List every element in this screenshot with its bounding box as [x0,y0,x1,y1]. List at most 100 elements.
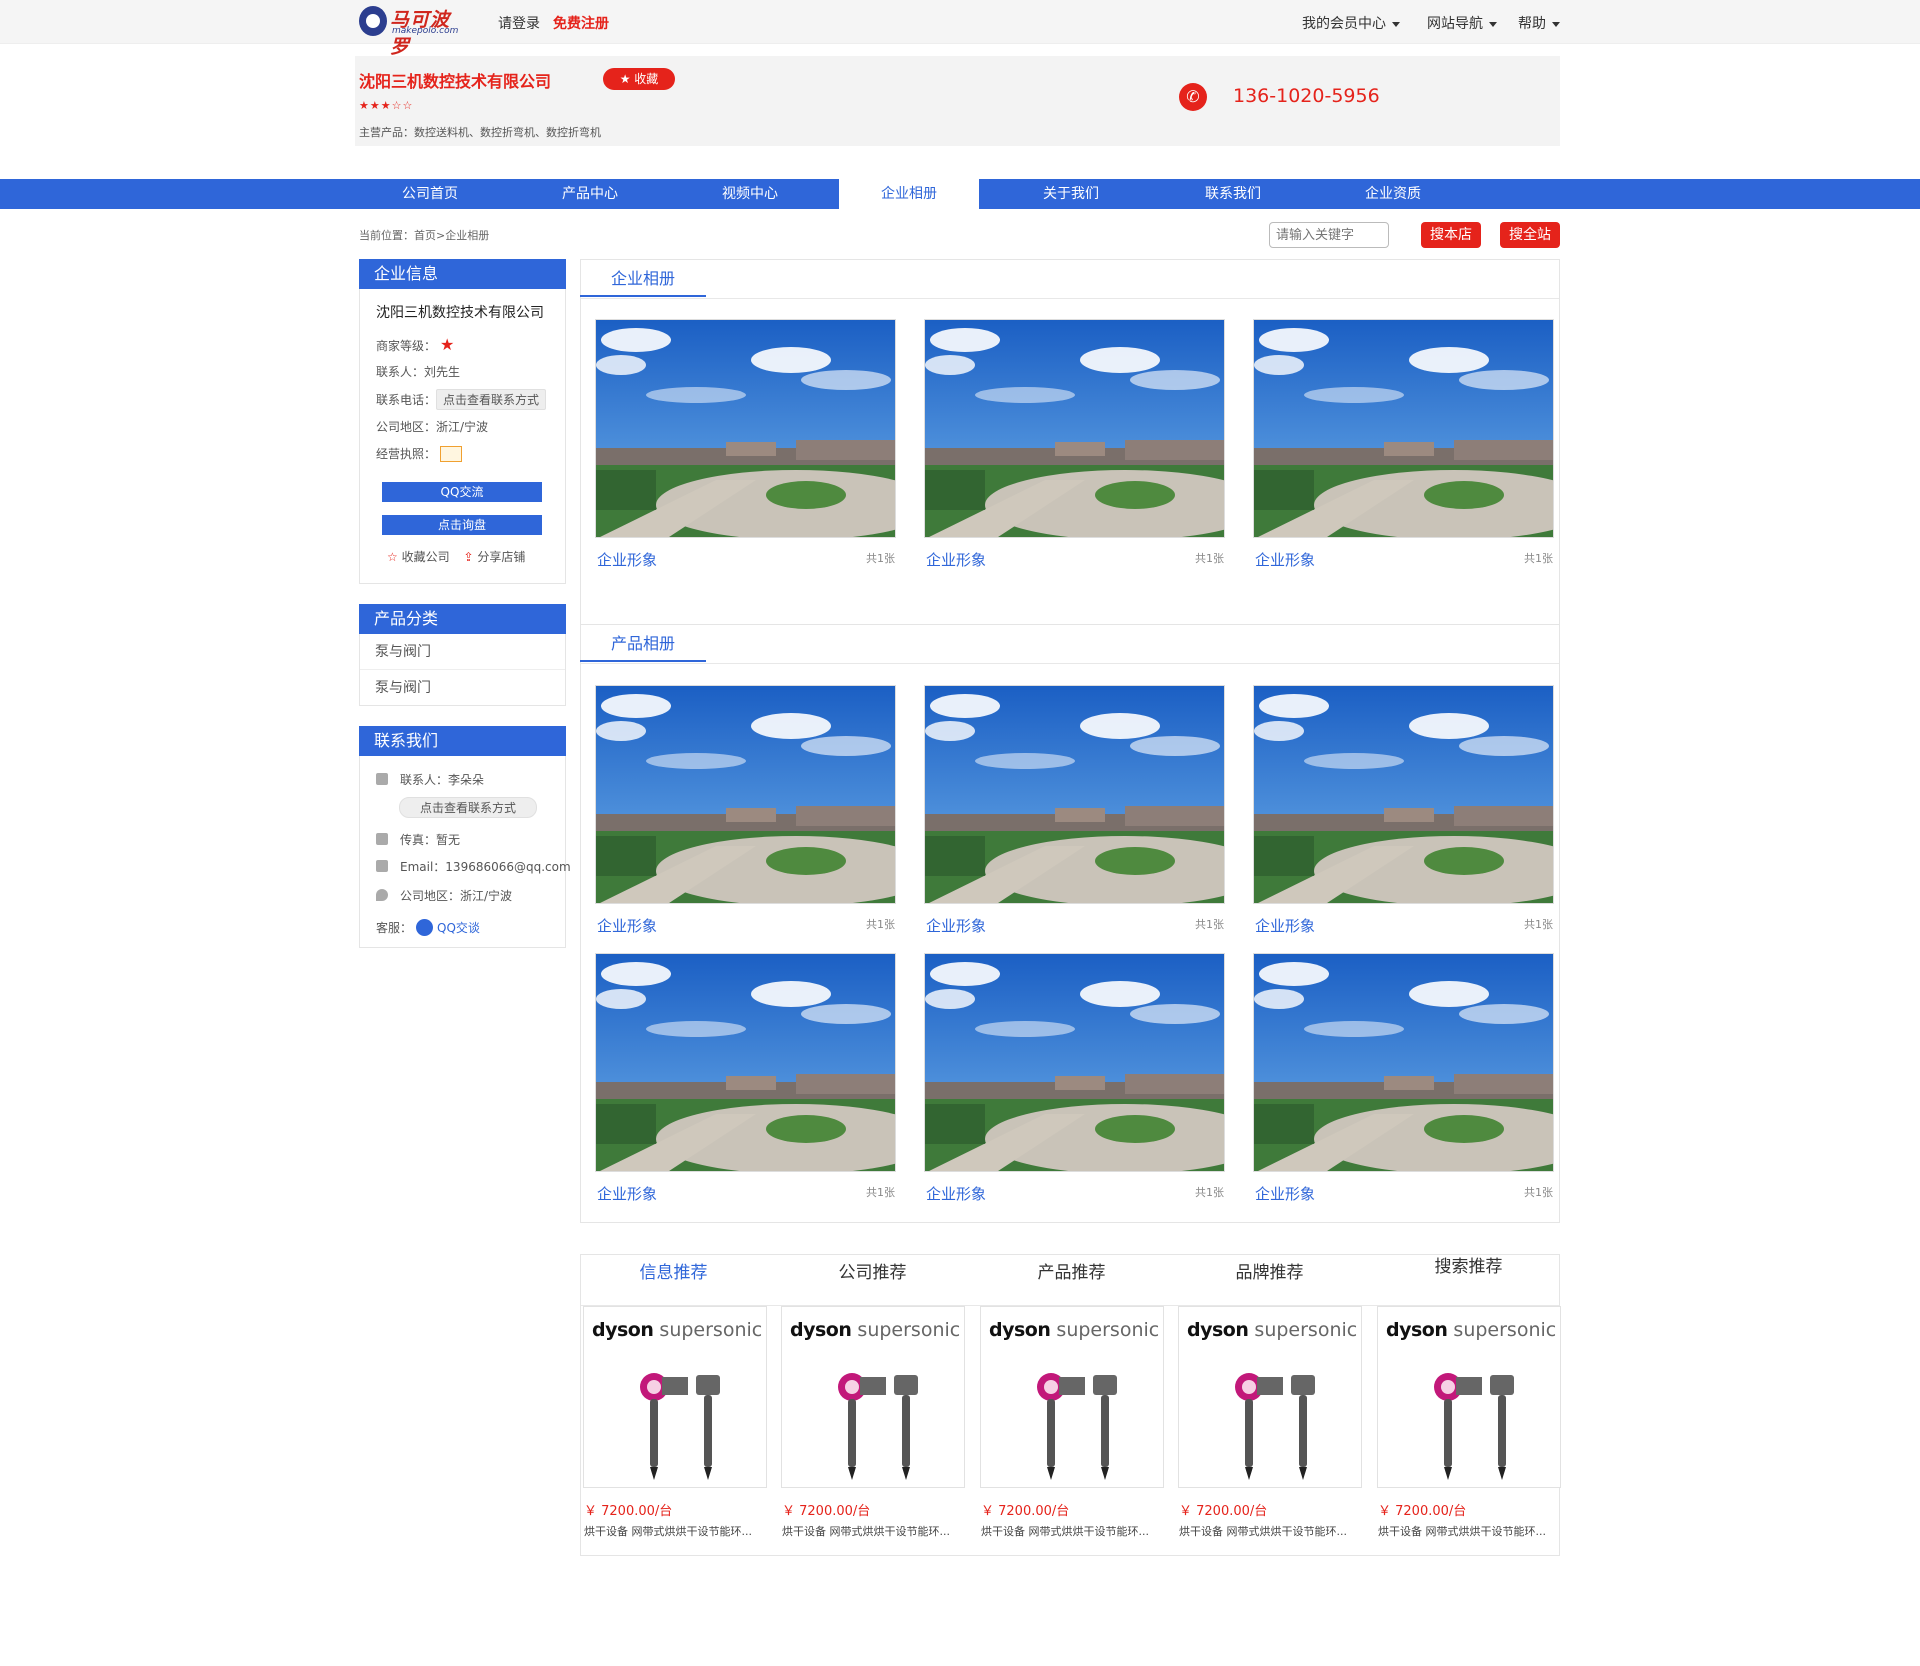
contact-view-button[interactable]: 点击查看联系方式 [399,797,537,818]
category-item[interactable]: 泵与阀门 [360,634,565,670]
product-card[interactable]: dyson supersonic [583,1306,767,1488]
product-price: ￥ 7200.00/台 [981,1504,1070,1519]
album-label[interactable]: 企业形象 [597,1183,657,1204]
phone-number: 136-1020-5956 [1233,85,1380,107]
album-label[interactable]: 企业形象 [926,915,986,936]
help-menu[interactable]: 帮助 [1518,13,1560,33]
member-center-menu[interactable]: 我的会员中心 [1302,13,1400,33]
album-count: 共1张 [866,918,895,931]
share-store-link[interactable]: ⇪ 分享店铺 [463,550,525,564]
license-icon[interactable] [440,446,463,462]
album-label[interactable]: 企业形象 [597,549,657,570]
product-desc[interactable]: 烘干设备 网带式烘烘干设节能环... [584,1523,772,1539]
product-card[interactable]: dyson supersonic [781,1306,965,1488]
register-link[interactable]: 免费注册 [553,13,609,33]
album-label[interactable]: 企业形象 [926,1183,986,1204]
product-image [782,1365,964,1487]
album-count: 共1张 [1524,918,1553,931]
tab-search-recommend[interactable]: 搜索推荐 [1369,1252,1568,1277]
favorite-button[interactable]: ★ 收藏 [603,68,675,90]
brand-name-b: supersonic [1453,1319,1557,1341]
main-products: 主营产品：数控送料机、数控折弯机、数控折弯机 [359,126,601,139]
brand-name-b: supersonic [1056,1319,1160,1341]
album-photo[interactable] [595,319,896,538]
brand-logo: dyson supersonic [1386,1319,1556,1341]
product-album-tab[interactable]: 产品相册 [580,625,706,662]
brand-logo: dyson supersonic [790,1319,960,1341]
album-label[interactable]: 企业形象 [1255,915,1315,936]
sidebar-company-name: 沈阳三机数控技术有限公司 [376,305,544,321]
album-count: 共1张 [866,1186,895,1199]
search-store-button[interactable]: 搜本店 [1421,222,1481,248]
product-card[interactable]: dyson supersonic [980,1306,1164,1488]
album-photo[interactable] [924,319,1225,538]
album-label[interactable]: 企业形象 [1255,549,1315,570]
fav-company-label: 收藏公司 [401,550,450,564]
tab-info-recommend[interactable]: 信息推荐 [574,1258,773,1283]
breadcrumb-separator: > [436,229,446,242]
album-label[interactable]: 企业形象 [1255,1183,1315,1204]
contact-person-row: 联系人：李朵朵 [376,771,484,788]
album-photo[interactable] [595,685,896,904]
nav-album[interactable]: 企业相册 [839,179,979,209]
view-contact-row: 点击查看联系方式 [399,797,537,818]
product-price: ￥ 7200.00/台 [782,1504,871,1519]
nav-qualifications[interactable]: 企业资质 [1323,179,1463,209]
service-label: 客服： [376,921,413,935]
company-album-tab[interactable]: 企业相册 [580,260,706,297]
product-desc[interactable]: 烘干设备 网带式烘烘干设节能环... [1179,1523,1367,1539]
tab-product-recommend[interactable]: 产品推荐 [972,1258,1171,1283]
inquiry-button[interactable]: 点击询盘 [382,515,542,535]
area-row: 公司地区：浙江/宁波 [376,887,512,904]
album-photo[interactable] [924,953,1225,1172]
album-photo[interactable] [1253,685,1554,904]
company-info-box: 企业信息 沈阳三机数控技术有限公司 商家等级： ★ 联系人：刘先生 联系电话： 点击… [359,259,566,584]
album-label[interactable]: 企业形象 [926,549,986,570]
contact-phone-row: 联系电话： 点击查看联系方式 [376,389,547,410]
help-label: 帮助 [1518,16,1546,32]
category-item[interactable]: 泵与阀门 [360,670,565,706]
album-photo[interactable] [1253,953,1554,1172]
chevron-down-icon [1552,21,1560,27]
site-logo[interactable]: 马可波罗 makepolo.com [359,4,469,58]
album-label[interactable]: 企业形象 [597,915,657,936]
star-icon: ★ [619,72,635,86]
login-link[interactable]: 请登录 [498,13,540,33]
contact-box: 联系我们 联系人：李朵朵 点击查看联系方式 传真：暂无 Email：139686… [359,726,571,948]
product-desc[interactable]: 烘干设备 网带式烘烘干设节能环... [981,1523,1169,1539]
nav-about[interactable]: 关于我们 [1001,179,1141,209]
divider [581,298,1559,299]
qq-chat-button[interactable]: QQ交流 [382,482,542,502]
nav-contact[interactable]: 联系我们 [1163,179,1303,209]
company-area: 公司地区：浙江/宁波 [376,420,489,434]
view-contact-button[interactable]: 点击查看联系方式 [436,389,547,410]
product-desc[interactable]: 烘干设备 网带式烘烘干设节能环... [1378,1523,1566,1539]
product-price: ￥ 7200.00/台 [1179,1504,1268,1519]
fax-row: 传真：暂无 [376,831,460,848]
company-name[interactable]: 沈阳三机数控技术有限公司 [359,68,551,92]
album-photo[interactable] [924,685,1225,904]
nav-products[interactable]: 产品中心 [520,179,660,209]
nav-home[interactable]: 公司首页 [360,179,500,209]
product-desc[interactable]: 烘干设备 网带式烘烘干设节能环... [782,1523,970,1539]
product-price: ￥ 7200.00/台 [584,1504,673,1519]
fax-value: 传真：暂无 [400,833,461,847]
fav-company-link[interactable]: ☆ 收藏公司 [387,550,450,564]
qq-chat-link[interactable]: QQ交谈 [437,921,480,935]
album-count: 共1张 [1195,552,1224,565]
printer-icon [376,833,388,845]
product-card[interactable]: dyson supersonic [1377,1306,1561,1488]
product-card[interactable]: dyson supersonic [1178,1306,1362,1488]
search-input[interactable] [1269,222,1389,248]
search-site-button[interactable]: 搜全站 [1500,222,1560,248]
tab-brand-recommend[interactable]: 品牌推荐 [1170,1258,1369,1283]
tab-company-recommend[interactable]: 公司推荐 [773,1258,972,1283]
album-photo[interactable] [1253,319,1554,538]
site-nav-menu[interactable]: 网站导航 [1427,13,1497,33]
logo-mascot-icon [359,6,387,36]
album-photo[interactable] [595,953,896,1172]
brand-name-b: supersonic [857,1319,961,1341]
rating-stars: ★★★☆☆ [359,99,414,112]
nav-videos[interactable]: 视频中心 [680,179,820,209]
breadcrumb-home[interactable]: 首页 [414,229,436,242]
